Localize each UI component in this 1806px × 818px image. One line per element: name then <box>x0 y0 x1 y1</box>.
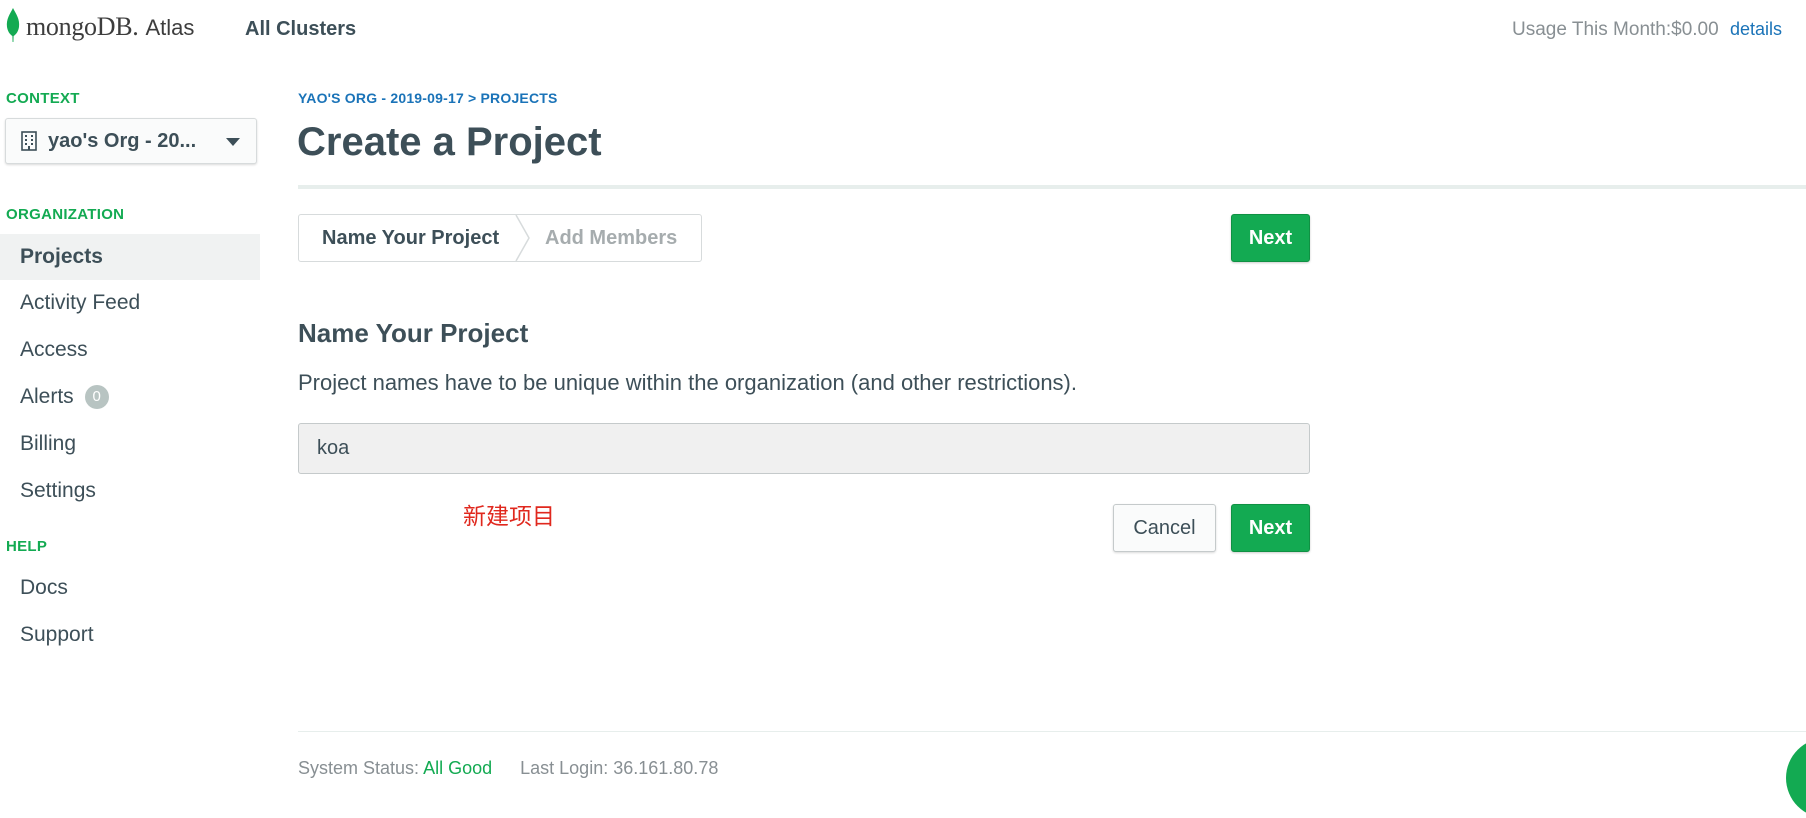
sidebar-item-support[interactable]: Support <box>0 612 260 658</box>
sidebar-item-activity-feed[interactable]: Activity Feed <box>0 280 260 326</box>
last-login-value: 36.161.80.78 <box>613 758 719 778</box>
sidebar-item-label: Settings <box>20 479 96 502</box>
sidebar-item-label: Projects <box>20 245 103 268</box>
help-heading: HELP <box>6 538 48 555</box>
page-title: Create a Project <box>297 120 602 164</box>
all-clusters-link[interactable]: All Clusters <box>245 18 356 41</box>
wizard-steps: Name Your Project Add Members <box>298 214 702 262</box>
next-button[interactable]: Next <box>1231 504 1310 552</box>
usage-value: $0.00 <box>1671 19 1719 40</box>
caret-down-icon <box>226 138 240 146</box>
organization-heading: ORGANIZATION <box>6 206 125 223</box>
sidebar-item-label: Billing <box>20 432 77 455</box>
last-login-label: Last Login: <box>520 758 609 778</box>
section-title: Name Your Project <box>298 318 529 348</box>
sidebar-item-label: Docs <box>20 576 68 599</box>
sidebar-item-billing[interactable]: Billing <box>0 421 260 467</box>
cancel-button[interactable]: Cancel <box>1113 504 1216 552</box>
brand-name: mongoDB. <box>26 12 139 41</box>
next-button-top[interactable]: Next <box>1231 214 1310 262</box>
sidebar-item-label: Activity Feed <box>20 291 141 314</box>
sidebar: CONTEXT yao's Org - 20... ORGANIZATION P… <box>0 58 262 758</box>
wizard-step-name-project[interactable]: Name Your Project <box>322 215 499 261</box>
mongodb-atlas-logo[interactable]: mongoDB. Atlas <box>6 8 194 42</box>
sidebar-item-label: Alerts <box>20 385 74 408</box>
usage-details-link[interactable]: details <box>1730 19 1782 39</box>
alerts-count-badge: 0 <box>84 385 109 409</box>
step-separator-chevron-icon <box>515 215 530 261</box>
system-status-label: System Status: <box>298 758 420 778</box>
mongodb-leaf-icon <box>6 8 20 42</box>
context-select[interactable]: yao's Org - 20... <box>5 118 257 164</box>
context-heading: CONTEXT <box>6 90 80 107</box>
annotation-text: 新建项目 <box>463 504 555 530</box>
footer-divider <box>298 731 1806 732</box>
chat-icon[interactable] <box>1786 738 1806 818</box>
wizard-step-add-members[interactable]: Add Members <box>545 215 677 261</box>
sidebar-item-alerts[interactable]: Alerts 0 <box>0 374 260 420</box>
product-name: Atlas <box>145 15 195 40</box>
breadcrumb[interactable]: YAO'S ORG - 2019-09-17 > PROJECTS <box>298 90 558 106</box>
system-status-value[interactable]: All Good <box>423 758 492 778</box>
sidebar-item-projects[interactable]: Projects <box>0 234 260 280</box>
sidebar-item-access[interactable]: Access <box>0 327 260 373</box>
title-divider <box>298 185 1806 189</box>
sidebar-item-label: Access <box>20 338 88 361</box>
sidebar-item-label: Support <box>20 623 94 646</box>
footer: System Status: All Good Last Login: 36.1… <box>298 758 718 779</box>
building-icon <box>21 131 37 151</box>
usage-label: Usage This Month: <box>1512 19 1672 40</box>
top-bar: mongoDB. Atlas All Clusters Usage This M… <box>0 0 1806 58</box>
sidebar-item-docs[interactable]: Docs <box>0 565 260 611</box>
section-description: Project names have to be unique within t… <box>298 370 1077 395</box>
project-name-input[interactable] <box>298 423 1310 474</box>
usage-summary: Usage This Month:$0.00 details <box>1512 19 1782 41</box>
context-select-value: yao's Org - 20... <box>48 129 197 152</box>
sidebar-item-settings[interactable]: Settings <box>0 468 260 514</box>
